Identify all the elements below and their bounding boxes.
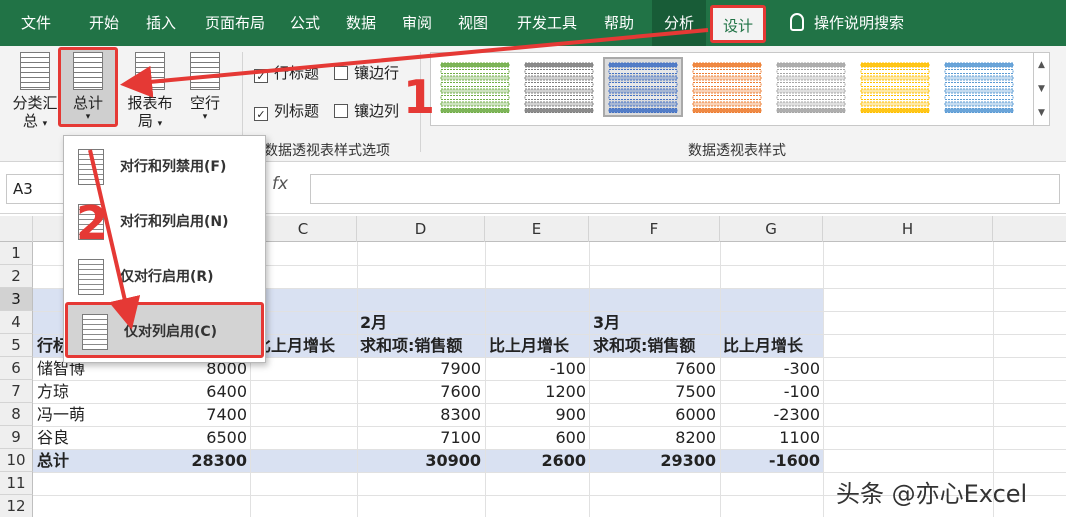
step-number-2: 2 [76,196,109,250]
annotation-arrows [88,28,709,330]
watermark: 头条 @亦心Excel [836,480,1028,508]
step-number-1: 1 [403,70,436,124]
